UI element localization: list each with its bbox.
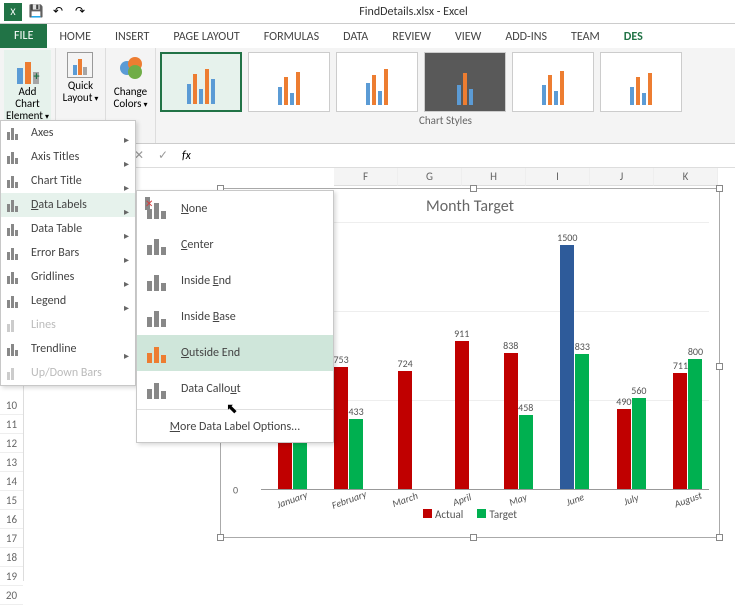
row-header[interactable]: 11 (0, 415, 23, 434)
chart-style-4[interactable] (424, 52, 506, 112)
labels-none[interactable]: ✕NoneNone (137, 191, 333, 227)
row-header[interactable]: 16 (0, 510, 23, 529)
menu-legend[interactable]: Legend (1, 289, 135, 313)
chart-style-6[interactable] (600, 52, 682, 112)
col-header[interactable]: F (334, 168, 398, 186)
fx-icon[interactable]: fx (182, 149, 198, 163)
menu-data-table[interactable]: Data Table (1, 217, 135, 241)
tab-insert[interactable]: INSERT (103, 26, 161, 48)
mouse-cursor-icon: ⬉ (226, 400, 238, 417)
enter-icon[interactable]: ✓ (158, 148, 174, 163)
menu-data-labels[interactable]: DData Labelsata Labels (1, 193, 135, 217)
tab-formulas[interactable]: FORMULAS (252, 26, 331, 48)
labels-outside-end[interactable]: Outside EndOutside End (137, 335, 333, 371)
chart-style-2[interactable] (248, 52, 330, 112)
menu-lines: Lines (1, 313, 135, 337)
change-colors-icon (115, 52, 147, 84)
row-header[interactable]: 15 (0, 491, 23, 510)
redo-icon[interactable]: ↷ (72, 4, 88, 20)
row-header[interactable]: 20 (0, 586, 23, 605)
tab-view[interactable]: VIEW (443, 26, 493, 48)
chart-style-3[interactable] (336, 52, 418, 112)
quick-layout-button[interactable]: Quick Layout (61, 50, 101, 106)
chart-styles-label: Chart Styles (156, 112, 735, 131)
quick-layout-label: Quick Layout (63, 80, 99, 104)
row-header[interactable]: 10 (0, 396, 23, 415)
add-chart-element-icon: + (12, 52, 44, 84)
col-header[interactable]: K (654, 168, 718, 186)
menu-gridlines[interactable]: Gridlines (1, 265, 135, 289)
chart-styles-gallery[interactable] (156, 48, 735, 112)
tab-team[interactable]: TEAM (559, 26, 612, 48)
tab-file[interactable]: FILE (0, 24, 47, 48)
change-colors-button[interactable]: Change Colors (112, 50, 150, 112)
menu-error-bars[interactable]: Error Bars (1, 241, 135, 265)
add-chart-element-menu: Axes Axis Titles Chart Title DData Label… (0, 120, 136, 386)
menu-updown-bars: Up/Down Bars (1, 361, 135, 385)
row-header[interactable]: 12 (0, 434, 23, 453)
cancel-icon[interactable]: ✕ (134, 148, 150, 163)
labels-inside-base[interactable]: Inside BaseInside Base (137, 299, 333, 335)
title-bar: X 💾 ↶ ↷ FindDetails.xlsx - Excel (0, 0, 735, 24)
row-header[interactable]: 14 (0, 472, 23, 491)
tab-home[interactable]: HOME (47, 26, 103, 48)
labels-center[interactable]: CenterCenter (137, 227, 333, 263)
undo-icon[interactable]: ↶ (50, 4, 66, 20)
tab-review[interactable]: REVIEW (380, 26, 443, 48)
row-header[interactable]: 13 (0, 453, 23, 472)
tab-design[interactable]: DES (612, 26, 655, 48)
save-icon[interactable]: 💾 (28, 4, 44, 20)
document-title: FindDetails.xlsx - Excel (92, 5, 735, 19)
row-header[interactable]: 18 (0, 548, 23, 567)
menu-chart-title[interactable]: Chart Title (1, 169, 135, 193)
tab-page-layout[interactable]: PAGE LAYOUT (161, 26, 251, 48)
col-header[interactable]: I (526, 168, 590, 186)
row-header[interactable]: 19 (0, 567, 23, 586)
col-header[interactable]: G (398, 168, 462, 186)
menu-axis-titles[interactable]: Axis Titles (1, 145, 135, 169)
y-axis-tick: 0 (233, 484, 238, 497)
legend-item-target: Target (477, 508, 517, 521)
row-header[interactable]: 17 (0, 529, 23, 548)
chart-style-5[interactable] (512, 52, 594, 112)
change-colors-label: Change Colors (114, 86, 148, 110)
labels-inside-end[interactable]: Inside EndInside End (137, 263, 333, 299)
tab-data[interactable]: DATA (331, 26, 380, 48)
quick-access-toolbar: X 💾 ↶ ↷ (0, 3, 92, 21)
col-header[interactable]: H (462, 168, 526, 186)
quick-layout-icon (67, 52, 93, 78)
menu-trendline[interactable]: Trendline (1, 337, 135, 361)
menu-axes[interactable]: Axes (1, 121, 135, 145)
ribbon-tabs: FILE HOME INSERT PAGE LAYOUT FORMULAS DA… (0, 24, 735, 48)
chart-style-1[interactable] (160, 52, 242, 112)
col-header[interactable]: J (590, 168, 654, 186)
add-chart-element-label: Add Chart Element (6, 86, 49, 122)
tab-addins[interactable]: ADD-INS (493, 26, 559, 48)
excel-icon: X (4, 3, 22, 21)
